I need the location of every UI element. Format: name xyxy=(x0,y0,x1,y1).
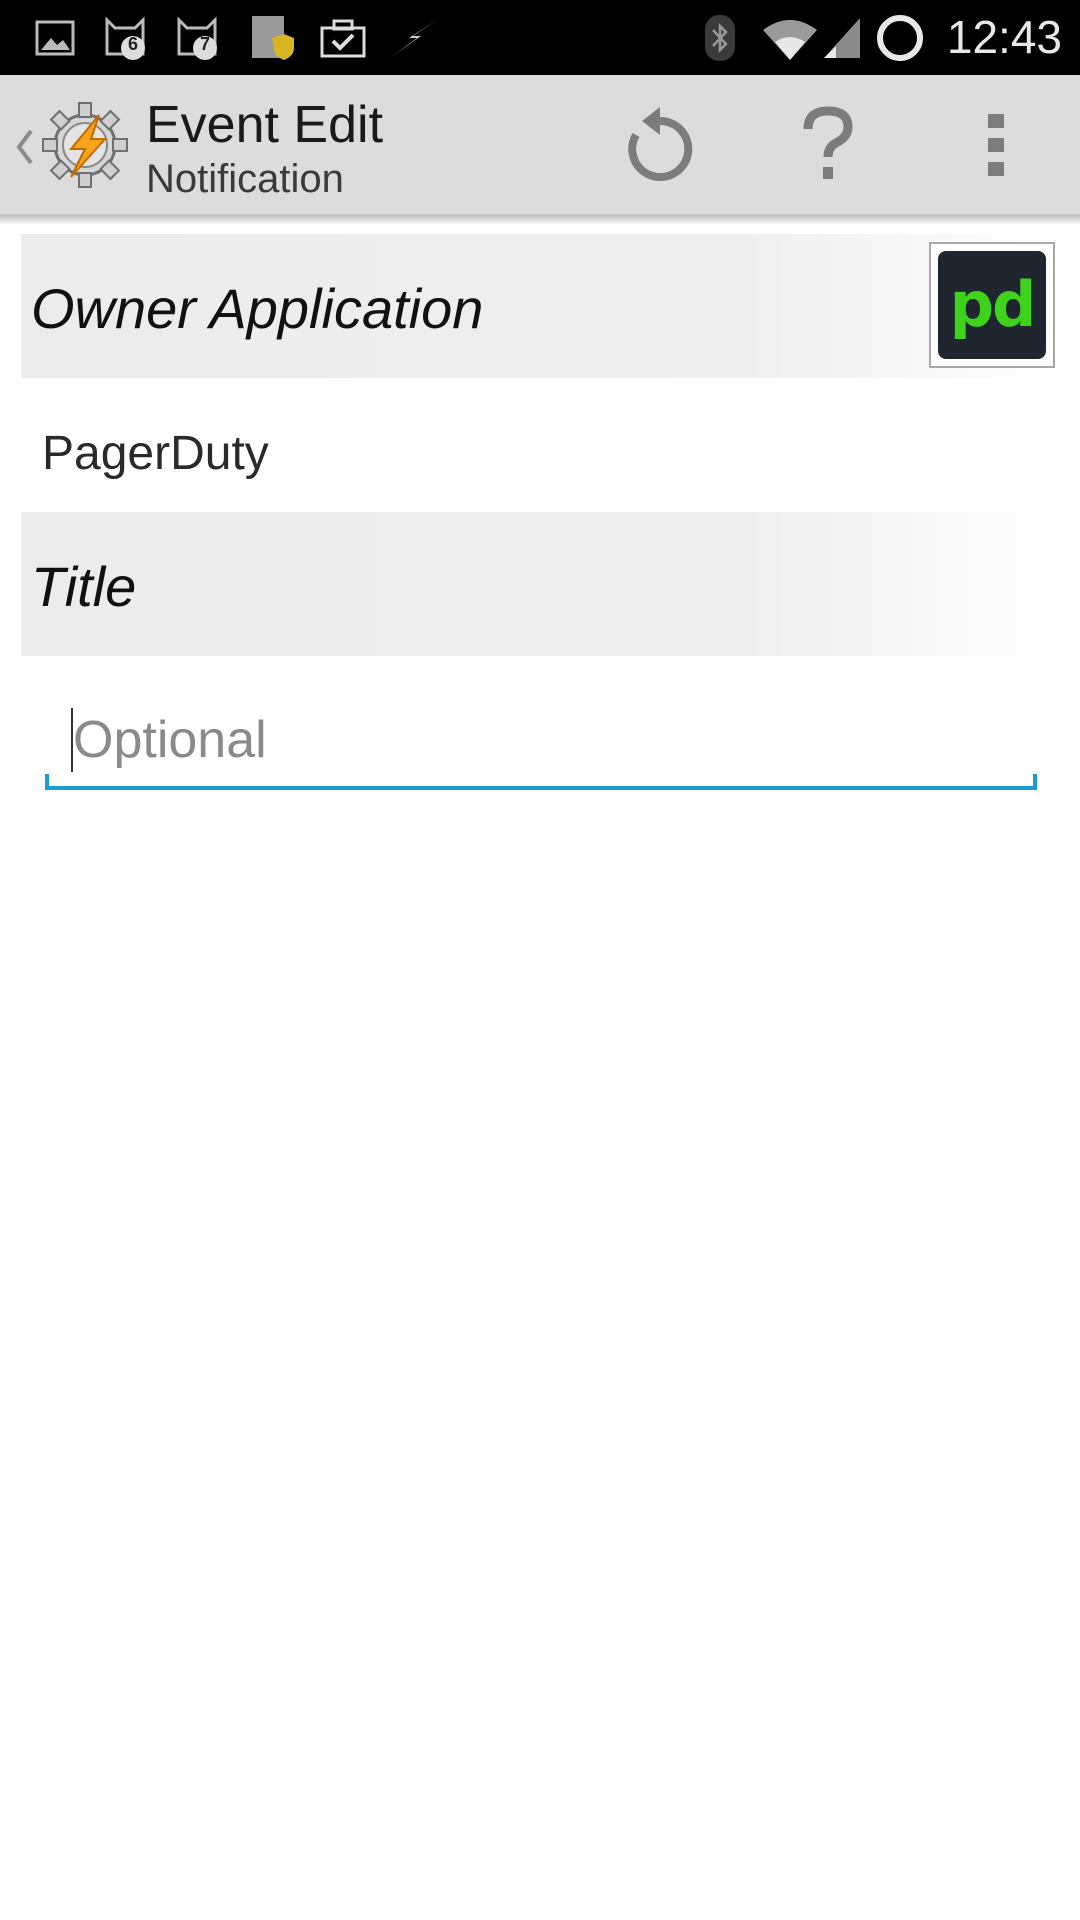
tasker-bolt-icon xyxy=(388,0,442,75)
cat-badge-7-icon: 7 xyxy=(172,0,226,75)
action-bar-shadow xyxy=(0,215,1080,225)
page-title: Event Edit xyxy=(146,96,384,154)
help-button[interactable] xyxy=(778,95,878,195)
owner-application-label: Owner Application xyxy=(31,277,484,340)
sync-circle-icon xyxy=(872,0,928,75)
title-header: Title xyxy=(21,512,1061,656)
gallery-icon xyxy=(30,0,80,75)
title-input[interactable] xyxy=(45,690,1037,790)
undo-icon xyxy=(628,107,693,181)
input-underline-right-tick xyxy=(1033,774,1037,790)
action-bar: Event Edit Notification xyxy=(0,75,1080,215)
secure-doc-icon xyxy=(248,0,298,75)
status-bar: 6 7 12:43 xyxy=(0,0,1080,75)
pagerduty-icon: pd xyxy=(938,251,1046,359)
badge-count-7: 7 xyxy=(200,34,211,54)
page-subtitle: Notification xyxy=(146,157,344,201)
status-time: 12:43 xyxy=(946,11,1062,63)
bluetooth-icon xyxy=(700,0,740,75)
overflow-menu-icon xyxy=(988,114,1004,176)
wifi-icon xyxy=(760,0,820,75)
badge-count-6: 6 xyxy=(128,34,139,54)
text-cursor xyxy=(71,708,73,772)
pagerduty-icon-text: pd xyxy=(949,268,1037,341)
cat-badge-6-icon: 6 xyxy=(100,0,154,75)
owner-app-icon-button[interactable]: pd xyxy=(929,242,1055,368)
tasker-app-icon[interactable] xyxy=(40,100,130,190)
back-caret-icon[interactable] xyxy=(10,117,40,177)
title-label: Title xyxy=(31,555,137,618)
owner-application-header: Owner Application pd xyxy=(21,234,1061,378)
cell-signal-icon xyxy=(820,0,864,75)
undo-button[interactable] xyxy=(610,95,710,195)
overflow-menu-button[interactable] xyxy=(946,95,1046,195)
input-underline-left-tick xyxy=(45,774,49,790)
briefcase-check-icon xyxy=(318,0,368,75)
owner-application-value[interactable]: PagerDuty xyxy=(42,426,269,481)
title-input-container xyxy=(45,690,1037,794)
help-icon xyxy=(803,106,853,179)
input-underline xyxy=(45,786,1037,790)
